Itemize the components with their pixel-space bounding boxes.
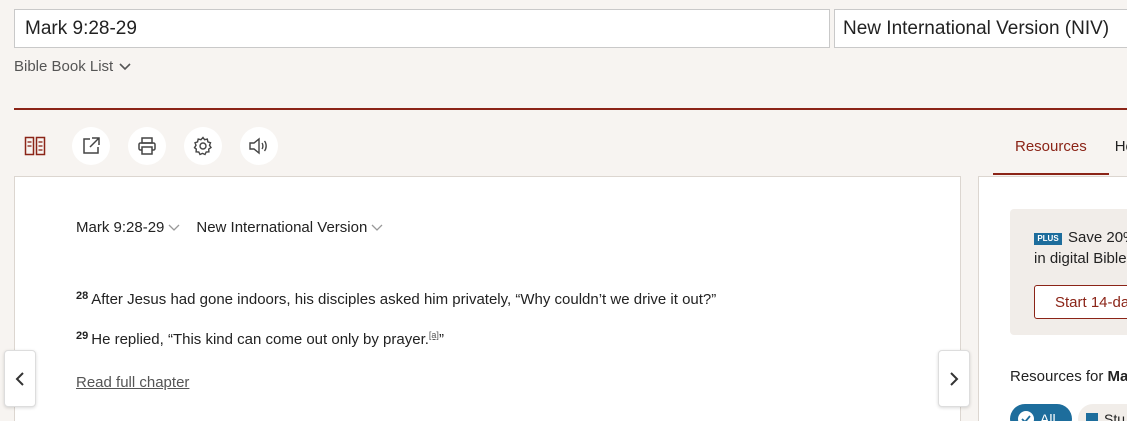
verse-text-end: ” [438,331,444,348]
audio-button[interactable] [240,127,278,165]
sidebar-tabs: Resources He [993,117,1127,175]
verse-text: He replied, “This kind can come out only… [91,331,429,348]
plus-badge: PLUS [1034,233,1062,245]
passage-reference-dropdown[interactable]: Mark 9:28-29 [76,219,180,236]
promo-box: PLUS Save 20% in digital Bible Start 14-… [1010,209,1127,335]
filter-all-chip[interactable]: All [1010,404,1072,421]
resources-for-book: Ma [1107,368,1127,385]
filter-study-chip[interactable]: Stu [1078,404,1127,421]
chevron-down-icon [371,224,383,231]
next-passage-button[interactable] [938,350,970,407]
chevron-down-icon [168,224,180,231]
settings-icon [193,136,212,156]
passage-header: Mark 9:28-29 New International Version [76,219,399,236]
verse-number: 29 [76,330,89,342]
print-icon [138,137,156,155]
chevron-left-icon [15,371,24,386]
verse-text: After Jesus had gone indoors, his discip… [91,291,717,308]
chevron-down-icon [119,62,131,70]
previous-passage-button[interactable] [4,350,36,407]
passage-toolbar [16,127,296,165]
filter-study-label: Stu [1104,411,1126,421]
parallel-view-button[interactable] [16,127,54,165]
check-icon [1018,411,1034,421]
verse-number: 28 [76,290,89,302]
read-full-chapter-link[interactable]: Read full chapter [76,374,189,391]
audio-icon [249,137,267,155]
passage-search-input[interactable] [14,9,830,48]
header-divider [14,108,1127,110]
verse-29: 29 He replied, “This kind can come out on… [76,330,444,348]
bible-book-list-label: Bible Book List [14,58,114,75]
passage-panel: Mark 9:28-29 New International Version 2… [14,176,961,421]
chevron-right-icon [950,371,959,386]
promo-text: Save 20% [1068,229,1127,246]
start-trial-button[interactable]: Start 14-day [1034,285,1127,319]
resources-panel: PLUS Save 20% in digital Bible Start 14-… [978,176,1127,421]
verse-28: 28 After Jesus had gone indoors, his disc… [76,290,716,308]
tab-resources-label: Resources [1015,137,1087,155]
settings-button[interactable] [184,127,222,165]
tab-he[interactable]: He [1109,117,1127,175]
passage-version-dropdown[interactable]: New International Version [196,219,383,236]
parallel-view-icon [24,136,46,156]
resources-for-heading: Resources for Ma [1010,368,1127,385]
passage-reference: Mark 9:28-29 [76,219,165,236]
share-icon [83,137,100,154]
filter-all-label: All [1040,411,1056,421]
print-button[interactable] [128,127,166,165]
tab-he-label: He [1114,137,1127,155]
footnote-link[interactable]: [a] [429,330,439,340]
share-button[interactable] [72,127,110,165]
passage-version: New International Version [196,219,368,236]
version-select[interactable] [834,9,1127,48]
resources-for-prefix: Resources for [1010,368,1108,385]
study-bible-icon [1086,413,1098,421]
tab-resources[interactable]: Resources [993,117,1109,175]
promo-text: in digital Bible [1034,250,1127,267]
bible-book-list-dropdown[interactable]: Bible Book List [14,58,131,75]
